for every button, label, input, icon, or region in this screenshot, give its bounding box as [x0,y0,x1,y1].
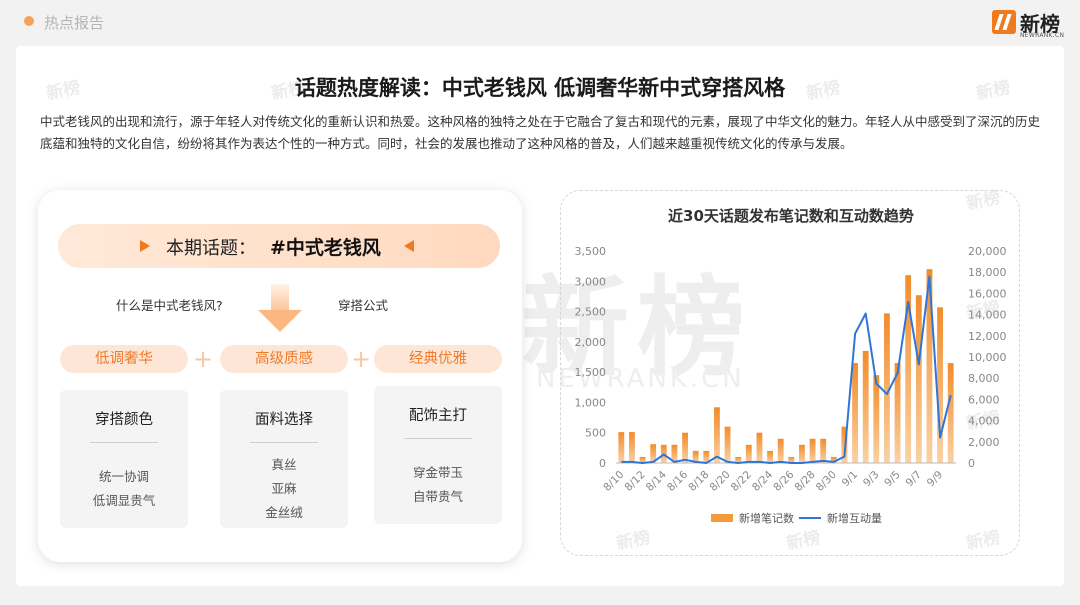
bar-notes [915,295,922,463]
x-tick-label: 9/3 [861,469,881,489]
y-right-tick-label: 20,000 [968,245,1007,258]
y-left-tick-label: 1,500 [575,366,607,379]
newrank-logo: 新榜 NEWRANK.CN [992,8,1064,40]
x-tick-label: 8/24 [750,468,775,493]
intro-paragraph: 中式老钱风的出现和流行，源于年轻人对传统文化的重新认识和热爱。这种风格的独特之处… [40,114,1041,151]
bar-notes [714,407,720,463]
bar-notes [947,363,954,463]
formula-card-text: 自带贵气 [412,489,463,504]
formula-card: 穿搭颜色 统一协调 低调显贵气 [60,390,188,528]
y-left-tick-label: 3,000 [575,275,607,288]
x-tick-label: 8/26 [771,468,796,493]
formula-card: 面料选择 真丝 亚麻 金丝绒 [220,390,348,528]
down-arrow-icon [258,284,302,334]
section-label: 热点报告 [44,14,105,32]
triangle-right-icon [140,240,150,252]
formula-card-heading: 面料选择 [255,412,313,428]
question-what: 什么是中式老钱风? [116,298,223,313]
y-right-tick-label: 8,000 [968,372,1000,385]
legend-notes-label: 新增笔记数 [739,511,794,525]
topic-pill: 本期话题： #中式老钱风 [58,224,500,268]
y-left-tick-label: 1,000 [575,396,607,409]
section-dot [24,16,34,26]
formula-card-text: 金丝绒 [265,505,303,520]
y-right-tick-label: 6,000 [968,393,1000,406]
divider [404,438,472,439]
trend-chart: 近30天话题发布笔记数和互动数趋势 0 500 1,000 1,500 2,000 2,50… [575,207,1007,525]
page-title: 话题热度解读：中式老钱风 低调奢华新中式穿搭风格 [294,76,786,100]
chart-title: 近30天话题发布笔记数和互动数趋势 [668,207,914,225]
plus-icon: + [350,345,372,373]
formula-card-heading: 穿搭颜色 [95,412,153,428]
line-interactions [621,275,952,464]
formula-card-text: 低调显贵气 [92,493,156,508]
legend-notes-swatch [711,514,733,522]
top-bar: 热点报告 新榜 NEWRANK.CN [0,0,1080,46]
y-left-tick-label: 0 [599,457,606,470]
bar-notes [820,438,827,463]
content-card: 新榜 NEWRANK.CN 新榜 新榜 新榜 新榜 新榜 新榜 新榜 新榜 新榜… [16,46,1064,586]
bar-notes [756,432,763,463]
bar-notes [809,438,816,463]
y-left-tick-label: 2,000 [575,336,607,349]
formula-card-text: 亚麻 [271,481,297,496]
logo-sub: NEWRANK.CN [1020,32,1065,39]
y-right-tick-label: 18,000 [968,266,1007,279]
question-formula: 穿搭公式 [338,298,389,313]
bar-notes [682,432,688,463]
y-right-tick-label: 16,000 [968,287,1007,300]
y-right-tick-label: 14,000 [968,309,1007,322]
keyword-pill: 经典优雅 [374,345,502,373]
x-tick-label: 8/20 [708,469,733,494]
bar-notes [799,444,805,463]
formula-card-heading: 配饰主打 [409,408,467,424]
chart-panel: 近30天话题发布笔记数和互动数趋势 0 500 1,000 1,500 2,000 2,50… [560,190,1020,556]
formula-card-text: 穿金带玉 [412,465,463,480]
bar-notes [937,307,943,463]
x-tick-label: 8/30 [814,469,839,494]
x-tick-label: 8/14 [644,468,669,493]
topic-hashtag: #中式老钱风 [270,237,381,259]
bar-notes [724,426,731,463]
topic-label: 本期话题： [166,238,256,259]
divider [250,442,318,443]
bar-notes [852,363,858,463]
keyword-pill: 高级质感 [220,345,348,373]
y-left-tick-label: 3,500 [575,245,607,258]
x-tick-label: 8/28 [793,469,818,494]
x-tick-label: 9/7 [903,469,923,489]
plus-icon: + [192,345,214,373]
bar-notes [629,432,635,463]
y-right-tick-label: 12,000 [968,330,1007,343]
legend-interactions-label: 新增互动量 [827,511,882,525]
x-tick-label: 9/9 [925,469,945,489]
triangle-left-icon [404,240,414,252]
bar-notes [862,350,869,463]
divider [90,442,158,443]
bar-notes [745,444,752,463]
topic-panel: 本期话题： #中式老钱风 什么是中式老钱风? 穿搭公式 低调奢华 + 高级质感 … [38,190,522,562]
y-right-tick-label: 4,000 [968,415,1000,428]
keyword-pill: 低调奢华 [60,345,188,373]
x-tick-label: 8/12 [623,469,648,494]
formula-card-text: 统一协调 [98,469,149,484]
bar-notes [767,450,773,463]
x-tick-label: 8/10 [601,469,626,494]
x-tick-label: 9/1 [840,469,860,489]
y-right-tick-label: 10,000 [968,351,1007,364]
bar-notes [777,438,784,463]
y-left-tick-label: 2,500 [575,306,607,319]
x-tick-label: 8/18 [686,469,711,494]
bar-notes [618,432,625,463]
x-tick-label: 9/5 [882,469,902,489]
formula-card: 配饰主打 穿金带玉 自带贵气 [374,386,502,524]
x-tick-label: 8/16 [665,468,690,493]
y-right-tick-label: 2,000 [968,436,1000,449]
y-right-tick-label: 0 [968,457,975,470]
logo-mark-icon [992,10,1016,34]
formula-card-text: 真丝 [271,457,297,472]
x-tick-label: 8/22 [729,469,754,494]
y-left-tick-label: 500 [585,427,606,440]
bar-notes [873,375,880,463]
